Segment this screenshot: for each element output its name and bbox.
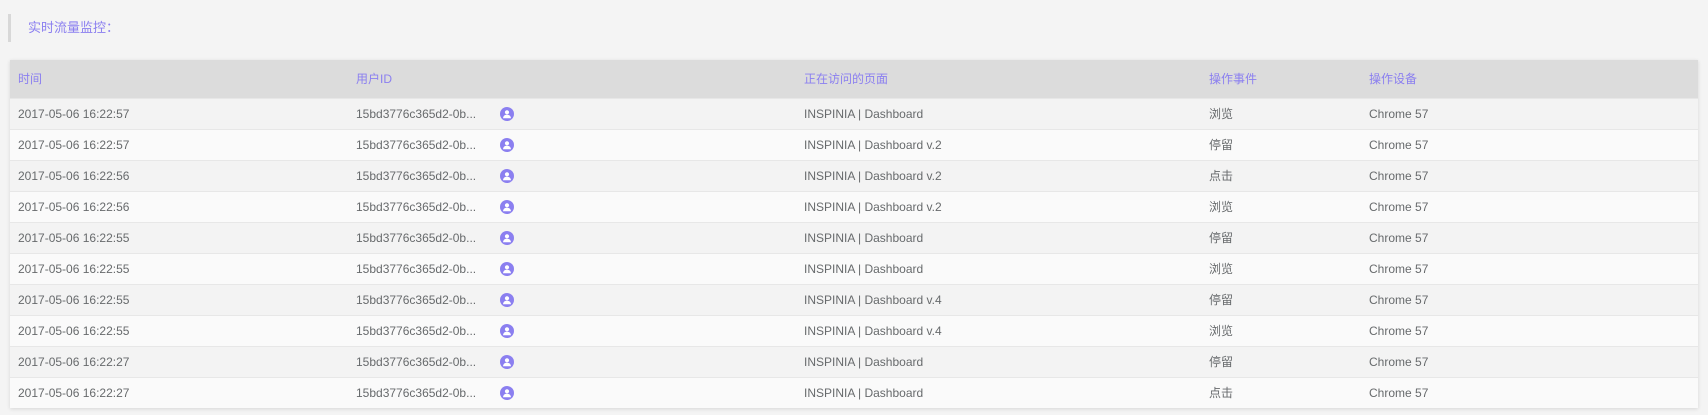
table-row[interactable]: 2017-05-06 16:22:55 15bd3776c365d2-0b... I… [10,284,1698,315]
cell-device: Chrome 57 [1369,292,1429,307]
table-row[interactable]: 2017-05-06 16:22:57 15bd3776c365d2-0b... I… [10,98,1698,129]
cell-time: 2017-05-06 16:22:27 [18,354,130,369]
user-id-text: 15bd3776c365d2-0b... [356,137,477,152]
user-icon[interactable] [500,106,514,121]
user-id-text: 15bd3776c365d2-0b... [356,199,477,214]
cell-event: 浏览 [1209,107,1234,121]
column-header-page[interactable]: 正在访问的页面 [796,60,1201,98]
table-row[interactable]: 2017-05-06 16:22:55 15bd3776c365d2-0b... I… [10,253,1698,284]
cell-event: 停留 [1209,231,1234,245]
cell-event: 点击 [1209,169,1234,183]
cell-device: Chrome 57 [1369,323,1429,338]
cell-page: INSPINIA | Dashboard v.4 [804,323,942,338]
cell-device: Chrome 57 [1369,106,1429,121]
user-id-text: 15bd3776c365d2-0b... [356,385,477,400]
cell-event: 停留 [1209,138,1234,152]
cell-page: INSPINIA | Dashboard [804,106,924,121]
cell-user-id: 15bd3776c365d2-0b... [348,160,796,191]
cell-user-id: 15bd3776c365d2-0b... [348,253,796,284]
cell-device: Chrome 57 [1369,261,1429,276]
table-row[interactable]: 2017-05-06 16:22:56 15bd3776c365d2-0b... I… [10,191,1698,222]
cell-time: 2017-05-06 16:22:56 [18,199,130,214]
user-icon[interactable] [500,292,514,307]
table-row[interactable]: 2017-05-06 16:22:27 15bd3776c365d2-0b... I… [10,346,1698,377]
user-id-text: 15bd3776c365d2-0b... [356,323,477,338]
cell-event: 浏览 [1209,324,1234,338]
cell-page: INSPINIA | Dashboard v.2 [804,137,942,152]
table-row[interactable]: 2017-05-06 16:22:55 15bd3776c365d2-0b... I… [10,222,1698,253]
table-row[interactable]: 2017-05-06 16:22:27 15bd3776c365d2-0b... I… [10,377,1698,408]
cell-event: 浏览 [1209,200,1234,214]
section-title: 实时流量监控： [8,14,119,42]
cell-time: 2017-05-06 16:22:55 [18,323,130,338]
cell-user-id: 15bd3776c365d2-0b... [348,129,796,160]
cell-page: INSPINIA | Dashboard [804,354,924,369]
user-icon[interactable] [500,354,514,369]
cell-time: 2017-05-06 16:22:27 [18,385,130,400]
cell-page: INSPINIA | Dashboard [804,385,924,400]
cell-page: INSPINIA | Dashboard v.2 [804,168,942,183]
cell-device: Chrome 57 [1369,137,1429,152]
user-id-text: 15bd3776c365d2-0b... [356,292,477,307]
cell-device: Chrome 57 [1369,385,1429,400]
cell-time: 2017-05-06 16:22:55 [18,230,130,245]
cell-event: 停留 [1209,355,1234,369]
user-icon[interactable] [500,323,514,338]
cell-user-id: 15bd3776c365d2-0b... [348,377,796,408]
cell-time: 2017-05-06 16:22:57 [18,137,130,152]
table-row[interactable]: 2017-05-06 16:22:57 15bd3776c365d2-0b... I… [10,129,1698,160]
user-icon[interactable] [500,168,514,183]
column-header-user-id[interactable]: 用户ID [348,60,796,98]
cell-user-id: 15bd3776c365d2-0b... [348,315,796,346]
column-header-event[interactable]: 操作事件 [1201,60,1361,98]
user-icon[interactable] [500,137,514,152]
cell-time: 2017-05-06 16:22:55 [18,292,130,307]
cell-event: 点击 [1209,386,1234,401]
cell-user-id: 15bd3776c365d2-0b... [348,98,796,129]
cell-user-id: 15bd3776c365d2-0b... [348,222,796,253]
user-id-text: 15bd3776c365d2-0b... [356,261,477,276]
cell-page: INSPINIA | Dashboard [804,261,924,276]
cell-user-id: 15bd3776c365d2-0b... [348,191,796,222]
table-header-row: 时间 用户ID 正在访问的页面 操作事件 操作设备 [10,60,1698,98]
cell-time: 2017-05-06 16:22:57 [18,106,130,121]
cell-time: 2017-05-06 16:22:56 [18,168,130,183]
table-row[interactable]: 2017-05-06 16:22:55 15bd3776c365d2-0b... I… [10,315,1698,346]
column-header-device[interactable]: 操作设备 [1361,60,1698,98]
cell-event: 浏览 [1209,262,1234,276]
cell-device: Chrome 57 [1369,354,1429,369]
cell-device: Chrome 57 [1369,199,1429,214]
column-header-time[interactable]: 时间 [10,60,348,98]
table-row[interactable]: 2017-05-06 16:22:56 15bd3776c365d2-0b... I… [10,160,1698,191]
user-icon[interactable] [500,230,514,245]
cell-device: Chrome 57 [1369,168,1429,183]
user-id-text: 15bd3776c365d2-0b... [356,168,477,183]
user-icon[interactable] [500,261,514,276]
user-id-text: 15bd3776c365d2-0b... [356,354,477,369]
user-id-text: 15bd3776c365d2-0b... [356,106,477,121]
cell-event: 停留 [1209,293,1234,307]
user-icon[interactable] [500,199,514,214]
user-id-text: 15bd3776c365d2-0b... [356,230,477,245]
user-icon[interactable] [500,385,514,400]
traffic-table: 时间 用户ID 正在访问的页面 操作事件 操作设备 2017-05-06 16:… [10,60,1698,408]
cell-page: INSPINIA | Dashboard v.2 [804,199,942,214]
cell-device: Chrome 57 [1369,230,1429,245]
cell-user-id: 15bd3776c365d2-0b... [348,284,796,315]
cell-time: 2017-05-06 16:22:55 [18,261,130,276]
cell-user-id: 15bd3776c365d2-0b... [348,346,796,377]
cell-page: INSPINIA | Dashboard v.4 [804,292,942,307]
cell-page: INSPINIA | Dashboard [804,230,924,245]
traffic-table-panel: 时间 用户ID 正在访问的页面 操作事件 操作设备 2017-05-06 16:… [10,60,1698,408]
